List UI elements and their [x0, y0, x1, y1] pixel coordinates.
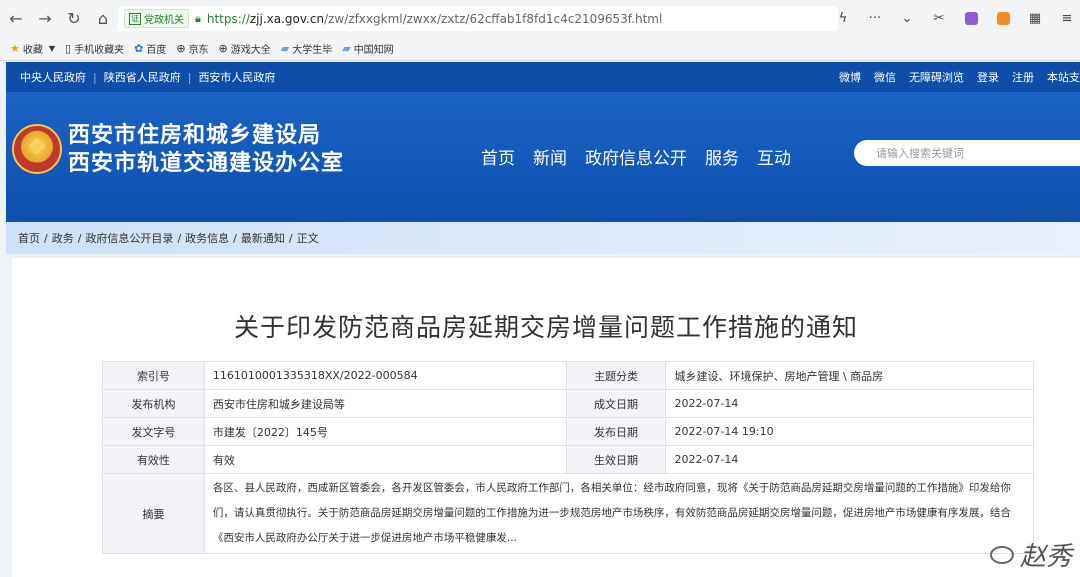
phone-icon: ▯	[65, 42, 72, 55]
nav-interact[interactable]: 互动	[757, 144, 791, 169]
date-value: 2022-07-14	[665, 389, 1034, 418]
link-register[interactable]: 注册	[1012, 69, 1034, 85]
crumb-home[interactable]: 首页	[18, 230, 40, 246]
crumb-notices[interactable]: 最新通知	[241, 230, 285, 246]
lightning-icon[interactable]: ϟ	[830, 7, 856, 31]
nav-gov-info[interactable]: 政府信息公开	[585, 144, 687, 169]
apps-grid-icon[interactable]: ▦	[1022, 7, 1048, 31]
link-wechat[interactable]: 微信	[874, 69, 896, 85]
forward-icon[interactable]: →	[32, 6, 58, 32]
link-central-gov[interactable]: 中央人民政府	[20, 69, 86, 85]
effective-value: 2022-07-14	[665, 445, 1034, 474]
link-site-support[interactable]: 本站支	[1047, 69, 1080, 85]
crumb-catalog[interactable]: 政府信息公开目录	[85, 230, 173, 246]
baidu-icon: ✿	[134, 42, 144, 55]
bookmarks-bar: ★ 收藏 ▼ ▯ 手机收藏夹 ✿ 百度 ⊕ 京东 ⊕ 游戏大全 ▰ 大学生毕 ▰ 中国知网	[0, 37, 1080, 61]
valid-label: 有效性	[102, 445, 205, 474]
link-login[interactable]: 登录	[977, 69, 999, 85]
nav-news[interactable]: 新闻	[533, 144, 567, 169]
game-icon[interactable]	[990, 7, 1016, 31]
org-label: 发布机构	[102, 389, 205, 418]
folder-icon: ▰	[280, 42, 290, 55]
home-icon[interactable]: ⌂	[90, 6, 116, 32]
bookmark-jd[interactable]: ⊕ 京东	[176, 41, 208, 56]
gov-badge: 证党政机关	[124, 9, 189, 28]
site-title[interactable]: 西安市住房和城乡建设局 西安市轨道交通建设办公室	[68, 122, 344, 178]
breadcrumb: 首页 / 政务 / 政府信息公开目录 / 政务信息 / 最新通知 / 正文	[6, 222, 1080, 254]
link-xian-gov[interactable]: 西安市人民政府	[198, 69, 275, 85]
url-path: /zw/zfxxgkml/zwxx/zxtz/62cffab1f8fd1c4c2…	[324, 11, 663, 26]
topic-label: 主题分类	[565, 361, 667, 390]
table-row: 索引号 1161010001335318XX/2022-000584 主题分类 …	[102, 361, 1034, 390]
effective-label: 生效日期	[565, 445, 667, 474]
national-emblem-icon	[12, 124, 62, 174]
org-value: 西安市住房和城乡建设局等	[203, 389, 567, 418]
menu-icon[interactable]: ≡	[1054, 7, 1080, 31]
crumb-current: 正文	[296, 232, 319, 245]
globe-icon: ⊕	[176, 42, 186, 55]
page-title: 关于印发防范商品房延期交房增量问题工作措施的通知	[233, 313, 858, 342]
gov-links-strip: 中央人民政府 | 陕西省人民政府 | 西安市人民政府 微博 微信 无障碍浏览 登录 …	[6, 62, 1080, 92]
star-icon: ★	[10, 42, 20, 55]
watermark: 赵秀	[989, 536, 1072, 573]
article-content: 关于印发防范商品房延期交房增量问题工作措施的通知 索引号 11610100013…	[12, 258, 1080, 577]
browser-toolbar: ← → ↻ ⌂ 证党政机关 🔒︎ https://zjj.xa.gov.cn/z…	[0, 0, 1080, 37]
index-value: 1161010001335318XX/2022-000584	[203, 361, 567, 390]
pubdate-value: 2022-07-14 19:10	[665, 417, 1034, 446]
crumb-info[interactable]: 政务信息	[185, 230, 229, 246]
extension-icon[interactable]	[958, 7, 984, 31]
more-icon[interactable]: ···	[862, 7, 888, 31]
docno-value: 市建发〔2022〕145号	[203, 417, 567, 446]
bookmark-games[interactable]: ⊕ 游戏大全	[219, 41, 271, 56]
certificate-icon: 证	[129, 12, 141, 25]
lock-icon: 🔒︎	[195, 11, 201, 25]
bookmark-favorites[interactable]: ★ 收藏 ▼	[10, 41, 55, 56]
bookmark-baidu[interactable]: ✿ 百度	[134, 41, 166, 56]
nav-home[interactable]: 首页	[481, 144, 515, 169]
dropdown-icon: ▼	[48, 44, 56, 53]
chevron-down-icon[interactable]: ⌄	[894, 7, 920, 31]
back-icon[interactable]: ←	[3, 6, 29, 32]
link-shaanxi-gov[interactable]: 陕西省人民政府	[104, 69, 181, 85]
url-scheme: https://	[206, 11, 250, 26]
bookmark-college[interactable]: ▰ 大学生毕	[281, 41, 332, 56]
metadata-table: 索引号 1161010001335318XX/2022-000584 主题分类 …	[102, 361, 1035, 554]
table-row: 摘要 各区、县人民政府，西咸新区管委会，各开发区管委会，市人民政府工作部门，各相…	[102, 473, 1035, 554]
bookmark-mobile[interactable]: ▯ 手机收藏夹	[65, 41, 124, 56]
link-accessibility[interactable]: 无障碍浏览	[909, 69, 964, 85]
globe-icon: ⊕	[218, 42, 228, 55]
nav-service[interactable]: 服务	[705, 144, 739, 169]
table-row: 发文字号 市建发〔2022〕145号 发布日期 2022-07-14 19:10	[102, 417, 1034, 446]
valid-value: 有效	[203, 445, 567, 474]
reload-icon[interactable]: ↻	[61, 6, 87, 32]
topic-value: 城乡建设、环境保护、房地产管理 \ 商品房	[665, 361, 1034, 390]
wechat-icon	[989, 545, 1014, 564]
site-header: 西安市住房和城乡建设局 西安市轨道交通建设办公室 首页 新闻 政府信息公开 服务…	[6, 92, 1080, 222]
table-row: 发布机构 西安市住房和城乡建设局等 成文日期 2022-07-14	[102, 389, 1034, 418]
folder-icon: ▰	[342, 42, 351, 55]
docno-label: 发文字号	[102, 417, 205, 446]
abstract-value: 各区、县人民政府，西咸新区管委会，各开发区管委会，市人民政府工作部门，各相关单位…	[203, 473, 1035, 554]
abstract-label: 摘要	[102, 473, 205, 554]
main-nav: 首页 新闻 政府信息公开 服务 互动	[481, 144, 809, 169]
address-bar[interactable]: 证党政机关 🔒︎ https://zjj.xa.gov.cn/zw/zfxxgk…	[118, 6, 838, 31]
search-input[interactable]: 请输入搜索关键词	[854, 140, 1080, 166]
link-weibo[interactable]: 微博	[839, 69, 861, 85]
scissors-icon[interactable]: ✂	[926, 7, 952, 31]
bookmark-cnki[interactable]: ▰ 中国知网	[342, 41, 393, 56]
url-host: zjj.xa.gov.cn	[249, 11, 325, 26]
date-label: 成文日期	[565, 389, 667, 418]
index-label: 索引号	[102, 361, 205, 390]
crumb-affairs[interactable]: 政务	[52, 230, 74, 246]
pubdate-label: 发布日期	[565, 417, 667, 446]
table-row: 有效性 有效 生效日期 2022-07-14	[102, 445, 1034, 474]
